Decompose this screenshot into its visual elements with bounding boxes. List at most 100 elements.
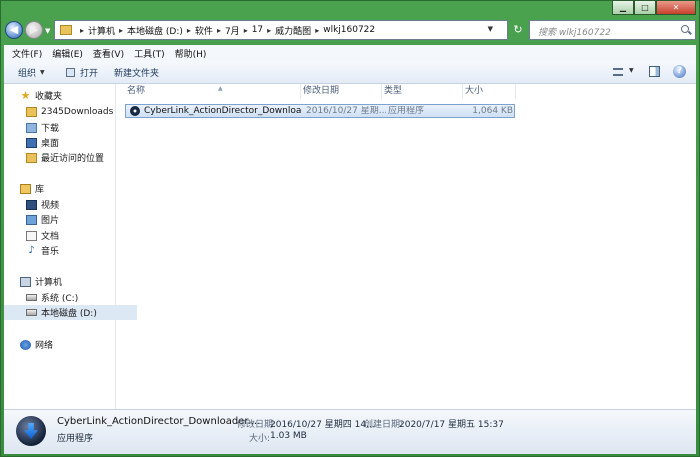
folder-icon xyxy=(60,25,72,35)
close-button[interactable]: ✕ xyxy=(656,0,696,15)
folder-icon xyxy=(26,106,37,117)
details-size-value: 1.03 MB xyxy=(270,431,307,441)
refresh-icon[interactable]: ↻ xyxy=(509,21,527,39)
column-header-type[interactable]: 类型 xyxy=(382,84,463,99)
open-button[interactable]: 打开 xyxy=(66,66,98,79)
column-header-name[interactable]: 名称 ▲ xyxy=(125,84,301,99)
drive-icon xyxy=(26,309,37,316)
star-icon: ★ xyxy=(20,88,31,102)
column-header-modified[interactable]: 修改日期 xyxy=(301,84,382,99)
menu-tools[interactable]: 工具(T) xyxy=(134,47,165,60)
file-list: 名称 ▲ 修改日期 类型 大小 CyberLink_ActionDirector… xyxy=(116,84,696,409)
chevron-right-icon[interactable]: ▸ xyxy=(267,26,271,35)
file-name: CyberLink_ActionDirector_Downloade... xyxy=(144,106,302,116)
help-icon[interactable]: ? xyxy=(673,65,686,78)
column-header-label: 大小 xyxy=(465,86,484,96)
address-bar[interactable]: ▸ 计算机 ▸ 本地磁盘 (D:) ▸ 软件 ▸ 7月 ▸ 17 ▸ 威力酷图 … xyxy=(54,20,508,40)
file-type: 应用程序 xyxy=(388,106,425,116)
sidebar-item-label: 本地磁盘 (D:) xyxy=(41,309,97,319)
menu-edit[interactable]: 编辑(E) xyxy=(52,47,83,60)
sidebar-item-label: 2345Downloads xyxy=(41,106,114,117)
organize-label: 组织 xyxy=(18,69,37,79)
sidebar-item-network[interactable]: 网络 xyxy=(4,337,131,352)
column-header-size[interactable]: 大小 xyxy=(463,84,516,99)
desktop-icon xyxy=(26,137,37,148)
sidebar-item-label: 视频 xyxy=(41,201,60,211)
back-button[interactable]: ◀ xyxy=(5,21,23,39)
computer-icon xyxy=(20,276,31,287)
breadcrumb-weili[interactable]: 威力酷图 xyxy=(275,24,311,37)
music-icon: ♪ xyxy=(28,244,35,256)
recent-places-icon xyxy=(26,152,37,163)
details-size-label: 大小: xyxy=(249,434,271,444)
history-dropdown-icon[interactable]: ▼ xyxy=(45,27,50,35)
file-modified: 2016/10/27 星期... xyxy=(306,106,386,116)
table-row[interactable]: CyberLink_ActionDirector_Downloade... 20… xyxy=(125,104,515,118)
document-icon xyxy=(26,230,37,241)
menu-file[interactable]: 文件(F) xyxy=(12,47,42,60)
chevron-right-icon[interactable]: ▸ xyxy=(119,26,123,35)
network-icon xyxy=(20,339,31,350)
chevron-right-icon[interactable]: ▸ xyxy=(217,26,221,35)
chevron-down-icon: ▼ xyxy=(40,69,45,76)
sidebar-item-label: 音乐 xyxy=(41,247,60,257)
search-input[interactable]: 搜索 wlkj160722 xyxy=(529,20,696,40)
chevron-right-icon[interactable]: ▸ xyxy=(187,26,191,35)
change-view-icon[interactable] xyxy=(613,68,623,76)
new-folder-button[interactable]: 新建文件夹 xyxy=(114,66,159,79)
breadcrumb-july[interactable]: 7月 xyxy=(225,24,240,37)
client-area: 文件(F) 编辑(E) 查看(V) 工具(T) 帮助(H) 组织 ▼ 打开 新建… xyxy=(4,45,696,454)
file-size: 1,064 KB xyxy=(472,106,513,116)
chevron-right-icon[interactable]: ▸ xyxy=(80,26,84,35)
sidebar-item-label: 下载 xyxy=(41,124,60,134)
address-row: ◀ ▶ ▼ ▸ 计算机 ▸ 本地磁盘 (D:) ▸ 软件 ▸ 7月 ▸ 17 ▸… xyxy=(4,18,696,44)
organize-button[interactable]: 组织 ▼ xyxy=(18,66,45,79)
breadcrumb-computer[interactable]: 计算机 xyxy=(88,24,115,37)
menu-bar: 文件(F) 编辑(E) 查看(V) 工具(T) 帮助(H) xyxy=(4,45,696,62)
column-header-label: 类型 xyxy=(384,86,403,96)
details-created-label: 创建日期: xyxy=(364,420,404,430)
window-controls: ▁ □ ✕ xyxy=(612,0,696,15)
sidebar-item-libraries[interactable]: 库 xyxy=(4,181,131,196)
column-header-label: 名称 xyxy=(127,86,146,96)
minimize-button[interactable]: ▁ xyxy=(612,0,634,15)
picture-icon xyxy=(26,214,37,225)
sidebar-item-computer[interactable]: 计算机 xyxy=(4,274,131,289)
breadcrumb-17[interactable]: 17 xyxy=(252,25,263,35)
download-folder-icon xyxy=(26,122,37,133)
sort-indicator-icon: ▲ xyxy=(218,85,223,92)
video-icon xyxy=(26,199,37,210)
sidebar-item-label: 图片 xyxy=(41,216,60,226)
sidebar-item-favorites[interactable]: ★ 收藏夹 xyxy=(4,88,131,103)
details-created-value: 2020/7/17 星期五 15:37 xyxy=(399,420,504,430)
library-icon xyxy=(20,183,31,194)
preview-pane-icon[interactable] xyxy=(649,66,660,77)
details-file-kind: 应用程序 xyxy=(57,434,94,444)
chevron-down-icon[interactable]: ▼ xyxy=(629,67,634,74)
navigation-pane: ★ 收藏夹 2345Downloads 下载 桌面 最近访问的位置 库 视频 图… xyxy=(4,84,137,409)
column-header-label: 修改日期 xyxy=(303,86,340,96)
explorer-window: ▁ □ ✕ ◀ ▶ ▼ ▸ 计算机 ▸ 本地磁盘 (D:) ▸ 软件 ▸ 7月 … xyxy=(0,0,700,457)
new-folder-label: 新建文件夹 xyxy=(114,69,160,79)
details-pane: CyberLink_ActionDirector_Downloader.... … xyxy=(4,409,696,454)
sidebar-item-label: 最近访问的位置 xyxy=(41,154,105,164)
open-icon xyxy=(66,68,75,77)
details-file-name: CyberLink_ActionDirector_Downloader.... xyxy=(57,416,261,427)
chevron-down-icon[interactable]: ▼ xyxy=(488,25,493,33)
application-icon xyxy=(16,416,46,446)
search-placeholder: 搜索 wlkj160722 xyxy=(538,28,611,38)
menu-help[interactable]: 帮助(H) xyxy=(175,47,207,60)
search-icon[interactable] xyxy=(681,25,689,33)
menu-view[interactable]: 查看(V) xyxy=(93,47,124,60)
sidebar-item-label: 计算机 xyxy=(35,278,63,288)
drive-icon xyxy=(26,294,37,301)
sidebar-item-label: 收藏夹 xyxy=(35,92,63,102)
breadcrumb-drive-d[interactable]: 本地磁盘 (D:) xyxy=(127,24,183,37)
breadcrumb-software[interactable]: 软件 xyxy=(195,24,213,37)
chevron-right-icon[interactable]: ▸ xyxy=(244,26,248,35)
forward-button[interactable]: ▶ xyxy=(25,21,43,39)
sidebar-item-label: 系统 (C:) xyxy=(41,294,79,304)
breadcrumb-wlkj[interactable]: wlkj160722 xyxy=(323,25,375,35)
maximize-button[interactable]: □ xyxy=(634,0,656,15)
chevron-right-icon[interactable]: ▸ xyxy=(315,26,319,35)
